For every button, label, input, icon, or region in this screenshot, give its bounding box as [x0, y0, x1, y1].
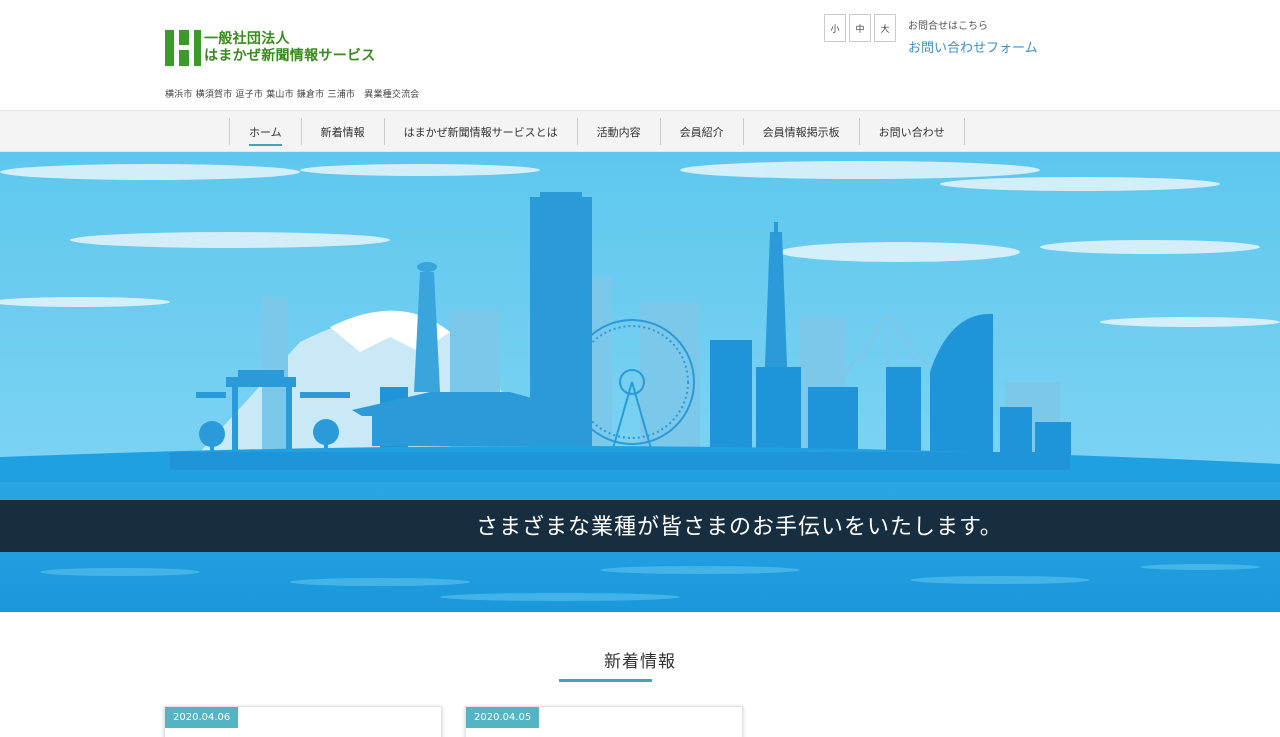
logo-h-icon — [165, 30, 201, 66]
nav-item-board[interactable]: 会員情報掲示板 — [744, 118, 860, 145]
news-card-date: 2020.04.06 — [165, 707, 239, 728]
font-size-small-button[interactable]: 小 — [824, 14, 846, 42]
contact-lead: お問合せはこちら — [908, 21, 988, 32]
contact-form-link[interactable]: お問い合わせフォーム — [908, 37, 1038, 56]
news-card[interactable]: 2020.04.06 — [164, 706, 442, 737]
nav-list: ホーム 新着情報 はまかぜ新聞情報サービスとは 活動内容 会員紹介 会員情報掲示… — [229, 118, 965, 146]
font-size-medium-button[interactable]: 中 — [849, 14, 871, 42]
hero-banner: さまざまな業種が皆さまのお手伝いをいたします。 — [0, 152, 1280, 612]
site-logo[interactable]: 一般社団法人 はまかぜ新聞情報サービス — [165, 30, 376, 66]
nav-item-news[interactable]: 新着情報 — [302, 118, 385, 145]
nav-item-contact[interactable]: お問い合わせ — [860, 118, 965, 145]
main-nav: ホーム 新着情報 はまかぜ新聞情報サービスとは 活動内容 会員紹介 会員情報掲示… — [0, 110, 1280, 152]
site-header: 一般社団法人 はまかぜ新聞情報サービス 横浜市 横須賀市 逗子市 葉山市 鎌倉市… — [0, 0, 1280, 110]
nav-item-members[interactable]: 会員紹介 — [661, 118, 744, 145]
logo-text: 一般社団法人 はまかぜ新聞情報サービス — [204, 31, 376, 65]
nav-item-about[interactable]: はまかぜ新聞情報サービスとは — [385, 118, 578, 145]
site-tagline: 横浜市 横須賀市 逗子市 葉山市 鎌倉市 三浦市 異業種交流会 — [165, 90, 420, 100]
news-section-title: 新着情報 — [604, 652, 676, 672]
font-size-large-button[interactable]: 大 — [874, 14, 896, 42]
font-size-switcher: 小 中 大 — [824, 14, 896, 42]
org-name: はまかぜ新聞情報サービス — [204, 48, 376, 64]
news-card[interactable]: 2020.04.05 — [465, 706, 743, 737]
news-title-underline — [559, 679, 652, 682]
nav-item-home[interactable]: ホーム — [230, 118, 302, 146]
nav-item-activities[interactable]: 活動内容 — [578, 118, 661, 145]
hero-caption: さまざまな業種が皆さまのお手伝いをいたします。 — [476, 515, 1003, 540]
org-type: 一般社団法人 — [204, 31, 290, 47]
news-card-date: 2020.04.05 — [466, 707, 540, 728]
